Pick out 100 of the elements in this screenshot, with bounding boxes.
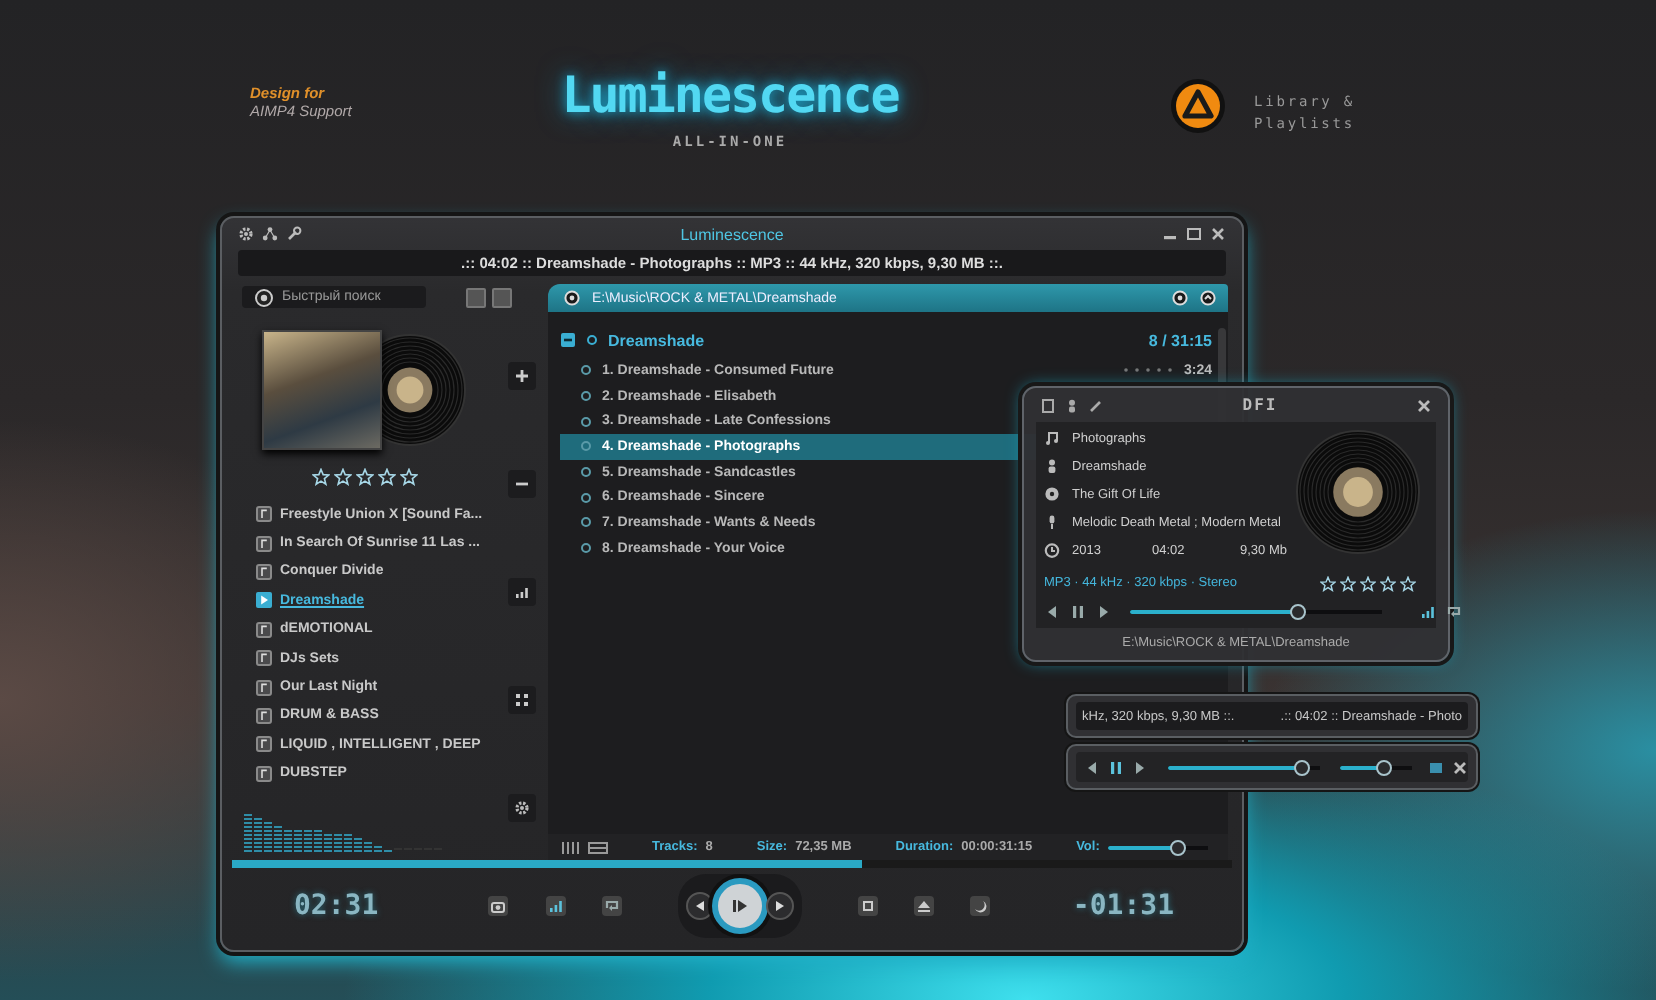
eject-icon	[916, 897, 933, 913]
window-title: DFI	[1242, 396, 1278, 414]
progress-bar[interactable]	[232, 860, 1232, 868]
eject-button[interactable]	[914, 895, 935, 915]
camera-icon	[490, 897, 507, 913]
add-button[interactable]	[508, 362, 536, 390]
star-icon[interactable]	[1400, 575, 1416, 591]
previous-icon	[692, 897, 709, 913]
group-summary: 8 / 31:15	[1148, 331, 1212, 349]
playlist-icon	[256, 650, 272, 667]
previous-icon	[1044, 604, 1060, 620]
stop-icon	[860, 897, 877, 913]
close-icon[interactable]	[1415, 397, 1432, 413]
previous-button[interactable]	[1084, 759, 1100, 775]
remaining-time: -01:31	[1072, 889, 1174, 921]
pause-button[interactable]	[1070, 604, 1086, 620]
next-icon	[1132, 759, 1148, 775]
slider-thumb[interactable]	[1293, 759, 1310, 775]
star-icon[interactable]	[1380, 575, 1396, 591]
equalizer-button[interactable]	[546, 895, 567, 915]
disc-icon	[1044, 486, 1060, 502]
star-icon[interactable]	[1340, 575, 1356, 591]
playlist-icon	[256, 765, 272, 782]
maximize-icon[interactable]	[1186, 226, 1202, 242]
pencil-icon[interactable]	[1088, 397, 1104, 413]
clock-icon	[1044, 542, 1060, 558]
bullet-icon	[580, 516, 592, 529]
repeat-icon[interactable]	[1446, 604, 1462, 620]
gear-icon[interactable]	[238, 226, 254, 242]
columns-icon[interactable]	[560, 839, 580, 855]
star-icon[interactable]	[399, 468, 417, 486]
slider-thumb[interactable]	[1375, 759, 1392, 775]
sleep-button[interactable]	[970, 895, 991, 915]
next-icon	[1096, 604, 1112, 620]
grid-icon	[514, 692, 530, 708]
list-icon[interactable]	[588, 839, 608, 855]
star-icon[interactable]	[1360, 575, 1376, 591]
star-rating[interactable]	[311, 468, 417, 486]
pause-icon	[1108, 759, 1124, 775]
playlist-icon	[256, 707, 272, 724]
pause-button[interactable]	[1108, 759, 1124, 775]
playlist-icon	[256, 679, 272, 696]
bullet-icon	[580, 440, 592, 453]
previous-icon	[1084, 759, 1100, 775]
equalizer-button[interactable]	[508, 578, 536, 606]
collapse-icon[interactable]	[560, 332, 576, 348]
star-rating[interactable]	[1320, 575, 1416, 591]
equalizer-icon	[548, 897, 565, 913]
playlist-icon	[256, 621, 272, 638]
play-icon	[730, 895, 751, 915]
bullet-icon	[586, 334, 598, 346]
bullet-icon	[580, 491, 592, 504]
list-view-button[interactable]	[466, 287, 486, 307]
repeat-button[interactable]	[602, 895, 623, 915]
settings-icon	[514, 800, 530, 816]
star-icon[interactable]	[355, 468, 373, 486]
window-icon[interactable]	[1428, 759, 1444, 775]
star-icon[interactable]	[311, 468, 329, 486]
window-title: Luminescence	[680, 225, 784, 243]
skin-title: Luminescence	[561, 66, 899, 124]
album-cover-placeholder	[262, 330, 382, 450]
person-icon[interactable]	[1064, 397, 1080, 413]
next-button[interactable]	[1096, 604, 1112, 620]
remove-button[interactable]	[508, 470, 536, 498]
bullet-icon	[580, 364, 592, 377]
network-icon[interactable]	[262, 226, 278, 242]
slider-thumb[interactable]	[1169, 839, 1186, 855]
close-icon[interactable]	[1210, 226, 1226, 242]
star-icon[interactable]	[377, 468, 395, 486]
vinyl-record-drawing	[1296, 430, 1420, 554]
camera-button[interactable]	[488, 895, 509, 915]
grid-button[interactable]	[508, 686, 536, 714]
playlist-icon	[256, 535, 272, 552]
equalizer-icon[interactable]	[1420, 604, 1436, 620]
slider-thumb[interactable]	[1290, 604, 1307, 620]
previous-button[interactable]	[1044, 604, 1060, 620]
equalizer-icon	[514, 584, 530, 600]
play-button[interactable]	[712, 877, 769, 933]
document-icon[interactable]	[1040, 397, 1056, 413]
stop-button[interactable]	[858, 895, 879, 915]
star-icon[interactable]	[333, 468, 351, 486]
playlist-icon	[256, 563, 272, 580]
next-button[interactable]	[766, 891, 795, 919]
settings-button[interactable]	[508, 794, 536, 822]
close-icon[interactable]	[1452, 759, 1468, 775]
wrench-icon[interactable]	[286, 226, 302, 242]
previous-button[interactable]	[686, 891, 715, 919]
bullet-icon	[580, 415, 592, 428]
star-icon[interactable]	[1320, 575, 1336, 591]
sleep-icon	[972, 897, 989, 913]
play-icon	[256, 592, 272, 609]
playlist-icon	[256, 736, 272, 753]
pause-icon	[1070, 604, 1086, 620]
bullet-icon	[580, 542, 592, 555]
note-icon	[1044, 430, 1060, 446]
detail-view-button[interactable]	[492, 287, 512, 307]
rating-dots-icon[interactable]	[1121, 366, 1174, 375]
player-logo-icon	[1170, 78, 1226, 134]
next-button[interactable]	[1132, 759, 1148, 775]
repeat-icon	[604, 897, 621, 913]
